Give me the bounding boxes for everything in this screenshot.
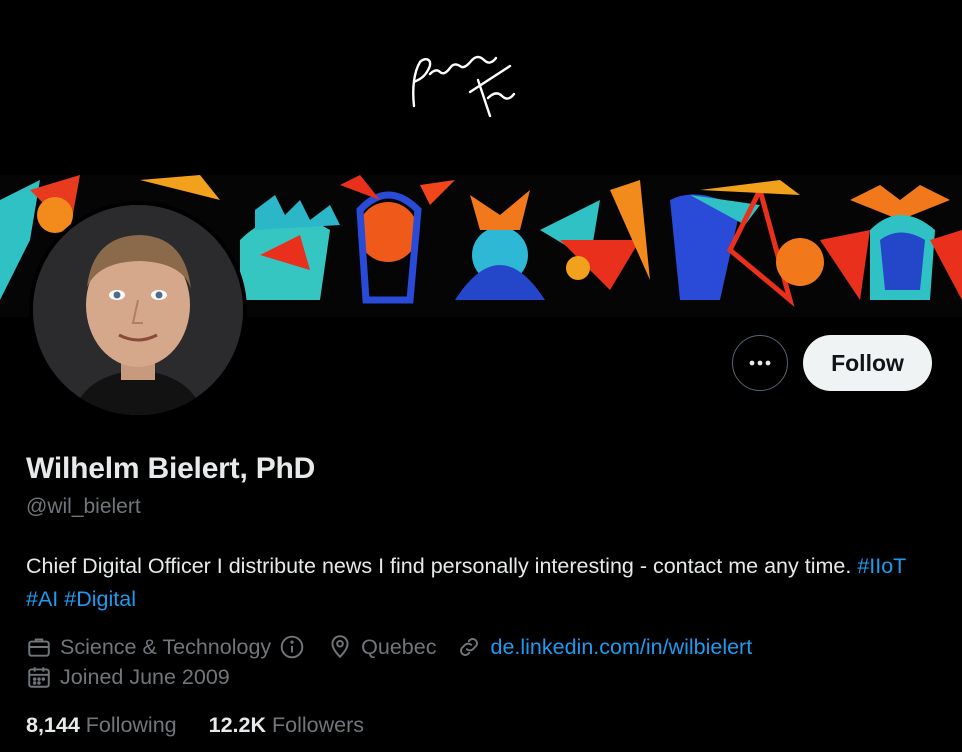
profile-avatar[interactable]: [29, 201, 247, 419]
display-name: Wilhelm Bielert, PhD: [26, 452, 316, 485]
profile-meta-row: Science & Technology Quebec de.linkedin.…: [26, 634, 752, 660]
bio-text: Chief Digital Officer I distribute news …: [26, 554, 858, 578]
following-label: Following: [85, 713, 177, 737]
user-handle: @wil_bielert: [26, 495, 141, 518]
followers-label: Followers: [271, 713, 364, 737]
followers-link[interactable]: 12.2K Followers: [209, 713, 364, 738]
follow-button[interactable]: Follow: [803, 335, 932, 391]
joined-label: Joined June 2009: [60, 664, 230, 689]
location-pin-icon: [331, 635, 349, 659]
profile-category: Science & Technology: [26, 634, 305, 660]
following-link[interactable]: 8,144 Following: [26, 713, 177, 738]
premier-tech-logo: [412, 55, 516, 118]
category-label: Science & Technology: [60, 634, 272, 659]
follow-counts: 8,144 Following 12.2K Followers: [26, 713, 396, 738]
info-circle-icon[interactable]: [279, 634, 305, 660]
followers-count: 12.2K: [208, 713, 266, 737]
calendar-icon: [28, 667, 50, 688]
profile-joined: Joined June 2009: [26, 664, 230, 690]
following-count: 8,144: [26, 713, 80, 737]
hashtag-link[interactable]: #Digital: [64, 587, 136, 611]
link-icon: [460, 638, 479, 656]
more-options-button[interactable]: [732, 335, 788, 391]
location-label: Quebec: [361, 634, 437, 659]
avatar-photo: [33, 205, 243, 415]
website-link[interactable]: de.linkedin.com/in/wilbielert: [490, 635, 752, 660]
profile-meta-row: Joined June 2009: [26, 664, 230, 690]
more-horizontal-icon: [749, 360, 771, 366]
hashtag-link[interactable]: #AI: [26, 587, 58, 611]
briefcase-icon: [28, 638, 50, 657]
profile-bio: Chief Digital Officer I distribute news …: [26, 550, 936, 616]
hashtag-link[interactable]: #IIoT: [857, 554, 906, 578]
profile-location: Quebec: [327, 634, 436, 660]
profile-website[interactable]: de.linkedin.com/in/wilbielert: [456, 634, 752, 660]
